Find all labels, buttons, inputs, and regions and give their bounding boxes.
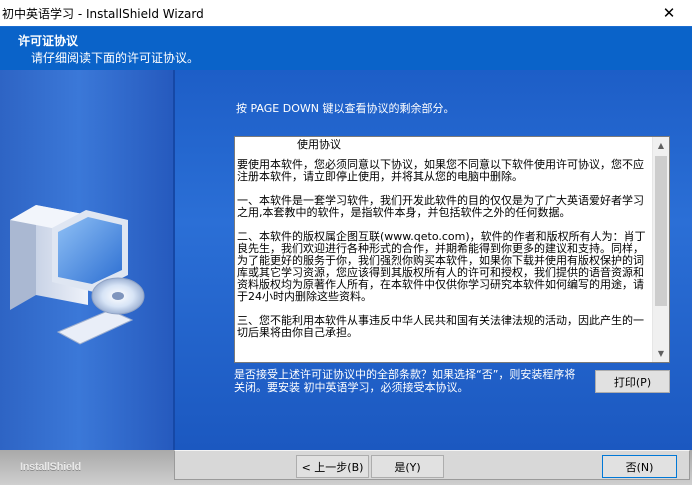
side-graphic-panel (0, 70, 175, 450)
license-scrollbar[interactable]: ▲ ▼ (652, 137, 669, 362)
license-paragraph: 二、本软件的版权属企图互联(www.qeto.com)，软件的作者和版权所有人为… (237, 230, 646, 303)
computer-install-illustration-icon (10, 205, 145, 345)
yes-button[interactable]: 是(Y) (371, 455, 444, 478)
title-bar: 初中英语学习 - InstallShield Wizard ✕ (0, 0, 692, 26)
page-title: 许可证协议 (18, 34, 79, 48)
back-button[interactable]: < 上一步(B) (296, 455, 369, 478)
wizard-body: 按 PAGE DOWN 键以查看协议的剩余部分。 使用协议 要使用本软件，您必须… (0, 70, 692, 450)
no-button[interactable]: 否(N) (602, 455, 677, 478)
license-paragraph: 一、本软件是一套学习软件，我们开发此软件的目的仅仅是为了广大英语爱好者学习之用,… (237, 194, 644, 219)
accept-question: 是否接受上述许可证协议中的全部条款？如果选择“否”，则安装程序将关闭。要安装 初… (234, 368, 576, 394)
close-icon: ✕ (662, 4, 676, 22)
wizard-header: 许可证协议 请仔细阅读下面的许可证协议。 (0, 26, 692, 70)
license-paragraph: 三、您不能利用本软件从事违反中华人民共和国有关法律法规的活动，因此产生的一切后果… (237, 314, 644, 339)
license-textbox[interactable]: 使用协议 要使用本软件，您必须同意以下协议，如果您不同意以下软件使用许可协议，您… (234, 136, 670, 363)
panel-divider (173, 70, 175, 450)
scrollbar-thumb[interactable] (655, 156, 667, 306)
license-paragraph: 要使用本软件，您必须同意以下协议，如果您不同意以下软件使用许可协议，您不应注册本… (237, 158, 644, 183)
window-title: 初中英语学习 - InstallShield Wizard (2, 7, 204, 21)
page-down-instruction: 按 PAGE DOWN 键以查看协议的剩余部分。 (236, 102, 455, 115)
close-button[interactable]: ✕ (646, 0, 692, 26)
print-button[interactable]: 打印(P) (595, 370, 670, 393)
scroll-up-arrow-icon[interactable]: ▲ (653, 137, 669, 154)
page-subtitle: 请仔细阅读下面的许可证协议。 (31, 51, 200, 65)
scroll-down-arrow-icon[interactable]: ▼ (653, 345, 669, 362)
installshield-logo: InstallShield (20, 461, 81, 473)
license-text-content: 使用协议 要使用本软件，您必须同意以下协议，如果您不同意以下软件使用许可协议，您… (237, 139, 653, 360)
license-heading: 使用协议 (297, 139, 341, 151)
